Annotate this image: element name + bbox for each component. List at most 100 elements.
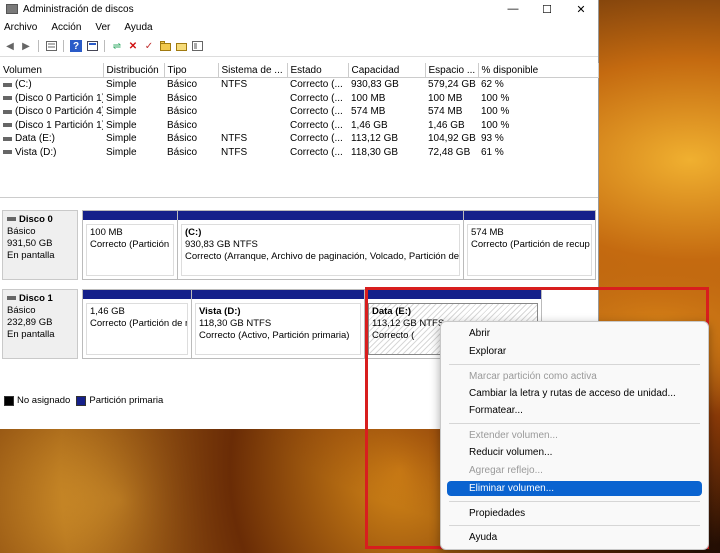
partition-status: Correcto (Partición [90, 239, 170, 250]
partition-size: 930,83 GB NTFS [185, 239, 258, 250]
menu-item-eliminar-volumen[interactable]: Eliminar volumen... [447, 481, 702, 496]
forward-arrow-icon[interactable]: ▶ [20, 40, 32, 52]
menu-accion[interactable]: Acción [51, 22, 81, 33]
partition-bar [464, 211, 595, 220]
column-header-volumen[interactable]: Volumen [0, 63, 104, 78]
table-cell: 100 MB [348, 92, 425, 106]
close-button[interactable]: ✕ [564, 3, 598, 16]
table-cell: 574 MB [348, 105, 425, 119]
table-cell: 61 % [478, 146, 598, 160]
cell-text: (C:) [15, 79, 32, 91]
disk-icon [7, 296, 16, 301]
column-header-capacidad[interactable]: Capacidad [348, 63, 426, 78]
disk-0-label[interactable]: Disco 0 Básico 931,50 GB En pantalla [2, 210, 78, 280]
table-cell: NTFS [218, 78, 287, 92]
menu-item-cambiar-letra[interactable]: Cambiar la letra y rutas de acceso de un… [447, 386, 702, 401]
disk-0-row: Disco 0 Básico 931,50 GB En pantalla 100… [2, 210, 596, 280]
column-header-tipo[interactable]: Tipo [164, 63, 219, 78]
cell-text: 100 MB [351, 92, 386, 104]
column-header-estado[interactable]: Estado [287, 63, 349, 78]
menu-archivo[interactable]: Archivo [4, 22, 37, 33]
partition-disk0-1[interactable]: 100 MB Correcto (Partición [82, 210, 178, 280]
connect-icon[interactable]: ⇌ [111, 40, 123, 52]
table-cell: Simple [103, 146, 164, 160]
minimize-button[interactable]: — [496, 3, 530, 15]
cell-text: 1,46 GB [351, 119, 388, 131]
view-icon[interactable] [191, 40, 203, 52]
delete-icon[interactable]: ✕ [127, 40, 139, 52]
table-row[interactable]: (Disco 1 Partición 1) Simple Básico Correct… [0, 119, 598, 133]
table-cell: Correcto (... [287, 78, 348, 92]
back-arrow-icon[interactable]: ◀ [4, 40, 16, 52]
partition-disk0-c[interactable]: (C:) 930,83 GB NTFS Correcto (Arranque, … [177, 210, 464, 280]
maximize-button[interactable]: ☐ [530, 3, 564, 16]
column-header-distribucion[interactable]: Distribución [103, 63, 165, 78]
table-cell: 72,48 GB [425, 146, 478, 160]
open-folder-icon[interactable] [175, 40, 187, 52]
partition-disk1-d[interactable]: Vista (D:) 118,30 GB NTFS Correcto (Acti… [191, 289, 365, 359]
new-folder-icon[interactable] [159, 40, 171, 52]
cell-text: Simple [106, 133, 137, 145]
volume-icon [3, 109, 12, 114]
menu-item-propiedades[interactable]: Propiedades [447, 506, 702, 521]
toolbar-separator [63, 40, 64, 52]
cell-text: 104,92 GB [428, 133, 476, 145]
cell-text: 118,30 GB [351, 146, 399, 158]
table-row[interactable]: (Disco 0 Partición 1) Simple Básico Correct… [0, 92, 598, 106]
help-icon[interactable]: ? [70, 40, 82, 52]
menu-item-formatear[interactable]: Formatear... [447, 403, 702, 418]
table-cell: Correcto (... [287, 132, 348, 146]
partition-disk0-4[interactable]: 574 MB Correcto (Partición de recup [463, 210, 596, 280]
table-cell: 579,24 GB [425, 78, 478, 92]
primary-partition-swatch [76, 395, 87, 406]
volume-icon [3, 82, 12, 87]
cell-text: 579,24 GB [428, 79, 476, 91]
check-icon[interactable]: ✓ [143, 40, 155, 52]
table-row[interactable]: (C:) Simple Básico NTFS Correcto (... 930,83 … [0, 78, 598, 92]
properties-icon[interactable] [86, 40, 98, 52]
menu-item-explorar[interactable]: Explorar [447, 344, 702, 359]
menu-item-abrir[interactable]: Abrir [447, 326, 702, 341]
volume-icon [3, 96, 12, 101]
cell-text: 574 MB [351, 106, 386, 118]
cell-text: Simple [106, 146, 137, 158]
menu-ayuda[interactable]: Ayuda [124, 22, 152, 33]
table-cell: 1,46 GB [425, 119, 478, 133]
table-cell: Básico [164, 132, 218, 146]
disk-0-name: Disco 0 [19, 214, 53, 225]
menu-item-agregar-reflejo: Agregar reflejo... [469, 465, 543, 476]
title-bar[interactable]: Administración de discos — ☐ ✕ [0, 0, 598, 18]
cell-text: Correcto (... [290, 119, 343, 131]
disk-0-status: En pantalla [7, 250, 55, 261]
cell-text: NTFS [221, 79, 248, 91]
table-cell: Básico [164, 78, 218, 92]
table-cell: 100 % [478, 92, 598, 106]
menu-ver[interactable]: Ver [95, 22, 110, 33]
table-row[interactable]: Vista (D:) Simple Básico NTFS Correcto (... 1… [0, 146, 598, 160]
partition-size: 100 MB [90, 227, 123, 238]
cell-text: 93 % [481, 133, 504, 145]
cell-text: Básico [167, 146, 198, 158]
cell-text: Simple [106, 92, 137, 104]
table-row[interactable]: Data (E:) Simple Básico NTFS Correcto (... 11… [0, 132, 598, 146]
cell-text: (Disco 1 Partición 1) [15, 119, 103, 131]
column-header-espacio[interactable]: Espacio ... [425, 63, 479, 78]
volume-list-icon[interactable] [45, 40, 57, 52]
table-row[interactable]: (Disco 0 Partición 4) Simple Básico Correct… [0, 105, 598, 119]
column-header-disponible[interactable]: % disponible [478, 63, 599, 78]
window-title: Administración de discos [23, 3, 134, 15]
disk-1-label[interactable]: Disco 1 Básico 232,89 GB En pantalla [2, 289, 78, 359]
table-cell: 930,83 GB [348, 78, 425, 92]
cell-text: 61 % [481, 146, 504, 158]
table-cell: NTFS [218, 132, 287, 146]
partition-status: Correcto (Partición de r [90, 318, 188, 329]
column-header-sistema[interactable]: Sistema de ... [218, 63, 288, 78]
menu-item-ayuda[interactable]: Ayuda [447, 530, 702, 545]
table-cell: Correcto (... [287, 146, 348, 160]
cell-text: NTFS [221, 146, 248, 158]
table-cell: Básico [164, 146, 218, 160]
menu-item-reducir[interactable]: Reducir volumen... [447, 445, 702, 460]
cell-text: Correcto (... [290, 92, 343, 104]
partition-disk1-1[interactable]: 1,46 GB Correcto (Partición de r [82, 289, 192, 359]
table-cell: Básico [164, 92, 218, 106]
